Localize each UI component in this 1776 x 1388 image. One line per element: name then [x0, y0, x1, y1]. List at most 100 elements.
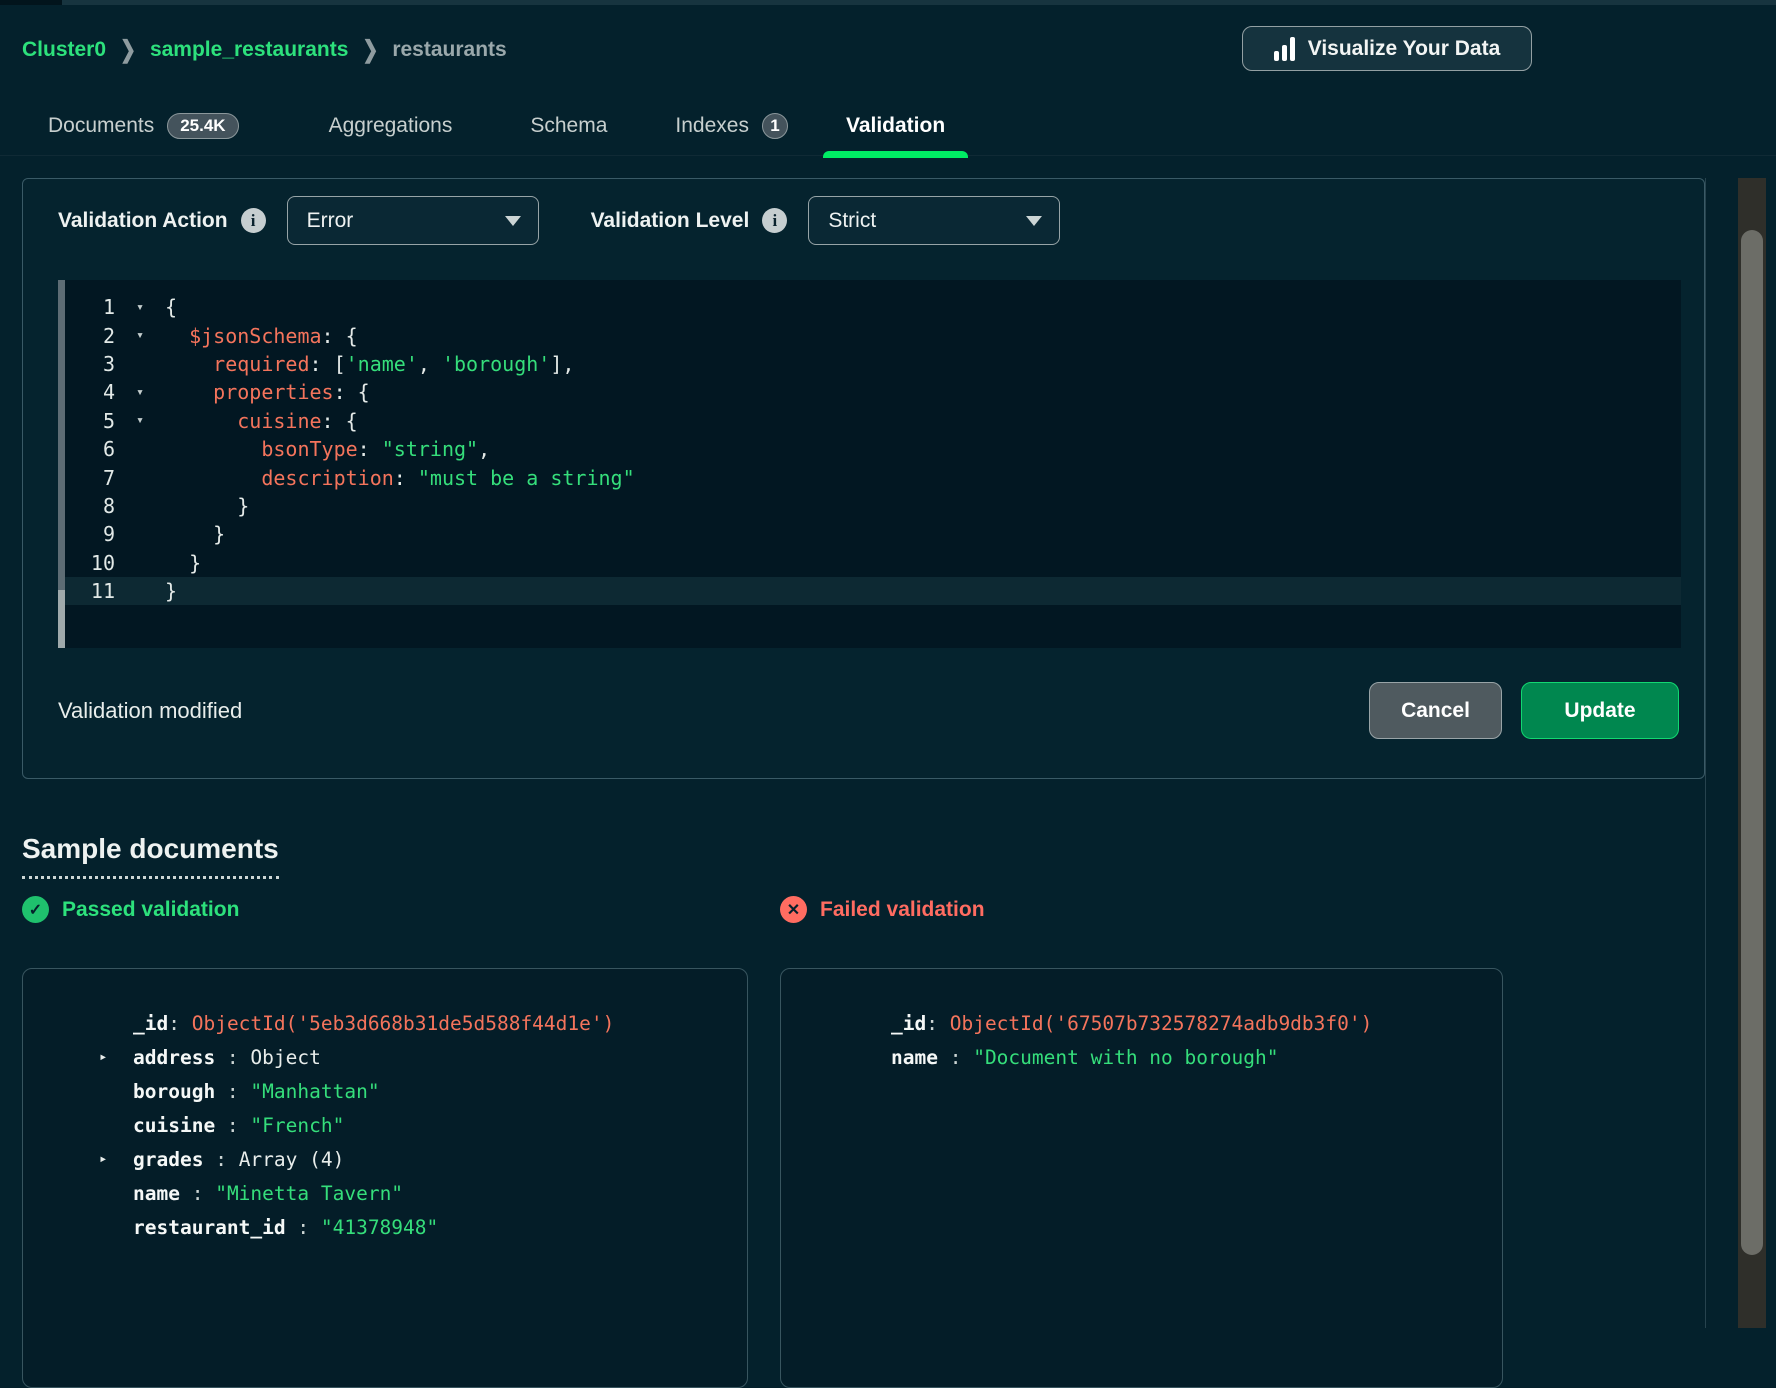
tab-indexes[interactable]: Indexes 1: [675, 96, 788, 156]
scrollbar-thumb[interactable]: [1741, 230, 1763, 1255]
field-key: name: [891, 1046, 938, 1069]
collection-tabs: Documents 25.4K Aggregations Schema Inde…: [48, 96, 945, 156]
line-code: }: [165, 551, 201, 575]
document-field-row: name : "Minetta Tavern": [99, 1176, 737, 1210]
validation-action-value: Error: [307, 209, 354, 233]
breadcrumb: Cluster0 ❯ sample_restaurants ❯ restaura…: [22, 30, 507, 70]
editor-line: 6 bsonType: "string",: [58, 435, 1681, 463]
cancel-button[interactable]: Cancel: [1369, 682, 1502, 739]
field-separator: :: [215, 1114, 250, 1137]
field-separator: :: [180, 1182, 215, 1205]
tab-validation[interactable]: Validation: [846, 96, 945, 156]
document-field-row: borough : "Manhattan": [99, 1074, 737, 1108]
schema-editor[interactable]: 1▾{2▾ $jsonSchema: {3 required: ['name',…: [58, 280, 1681, 648]
editor-line: 3 required: ['name', 'borough'],: [58, 350, 1681, 378]
validation-footer: Validation modified Cancel Update: [58, 682, 1679, 739]
field-value: ObjectId('5eb3d668b31de5d588f44d1e'): [192, 1012, 615, 1035]
field-value: Object: [250, 1046, 320, 1069]
fold-toggle-icon[interactable]: ▾: [115, 385, 165, 400]
update-button[interactable]: Update: [1521, 682, 1679, 739]
field-key: _id: [891, 1012, 926, 1035]
document-field-row: _id: ObjectId('67507b732578274adb9db3f0'…: [857, 1006, 1492, 1040]
passed-document-card: _id: ObjectId('5eb3d668b31de5d588f44d1e'…: [22, 968, 748, 1388]
editor-line: 10 }: [58, 549, 1681, 577]
field-value: "French": [250, 1114, 344, 1137]
validation-level-select[interactable]: Strict: [808, 196, 1060, 245]
line-number: 3: [58, 352, 115, 376]
editor-gutter-bar: [58, 280, 65, 648]
editor-gutter-highlight: [58, 590, 65, 648]
field-key: address: [133, 1046, 215, 1069]
field-value: Array (4): [239, 1148, 345, 1171]
editor-line: 5▾ cuisine: {: [58, 407, 1681, 435]
field-separator: :: [938, 1046, 973, 1069]
line-code: {: [165, 295, 177, 319]
info-icon[interactable]: i: [762, 208, 787, 233]
line-number: 5: [58, 409, 115, 433]
editor-line: 2▾ $jsonSchema: {: [58, 321, 1681, 349]
field-key: cuisine: [133, 1114, 215, 1137]
sample-documents-title: Sample documents: [22, 833, 279, 879]
window-top-strip-left: [0, 0, 62, 5]
field-key: grades: [133, 1148, 203, 1171]
failed-validation-label: ✕ Failed validation: [780, 896, 1503, 923]
field-separator: :: [926, 1012, 949, 1035]
failed-doc-body: _id: ObjectId('67507b732578274adb9db3f0'…: [857, 1006, 1492, 1074]
editor-line: 7 description: "must be a string": [58, 463, 1681, 491]
validation-level-label: Validation Level: [591, 209, 750, 233]
fold-toggle-icon[interactable]: ▾: [115, 413, 165, 428]
passed-doc-body: _id: ObjectId('5eb3d668b31de5d588f44d1e'…: [99, 1006, 737, 1244]
indexes-count-badge: 1: [762, 113, 788, 139]
validation-controls: Validation Action i Error Validation Lev…: [58, 196, 1704, 245]
fold-toggle-icon[interactable]: ▾: [115, 300, 165, 315]
expand-toggle-icon[interactable]: ▸: [99, 1151, 133, 1167]
document-field-row: ▸grades : Array (4): [99, 1142, 737, 1176]
field-value: "41378948": [321, 1216, 438, 1239]
breadcrumb-database[interactable]: sample_restaurants: [150, 38, 348, 62]
sample-documents-row: _id: ObjectId('5eb3d668b31de5d588f44d1e'…: [22, 968, 1503, 1388]
info-icon[interactable]: i: [241, 208, 266, 233]
tab-schema[interactable]: Schema: [530, 96, 607, 156]
field-value: "Manhattan": [250, 1080, 379, 1103]
fold-toggle-icon[interactable]: ▾: [115, 328, 165, 343]
document-field-row: ▸address : Object: [99, 1040, 737, 1074]
tab-aggregations[interactable]: Aggregations: [329, 96, 453, 156]
content-right-divider: [1705, 178, 1706, 1328]
editor-line: 8 }: [58, 492, 1681, 520]
vertical-scrollbar[interactable]: [1738, 178, 1766, 1328]
line-code: $jsonSchema: {: [165, 324, 358, 348]
field-separator: :: [168, 1012, 191, 1035]
line-code: bsonType: "string",: [165, 437, 490, 461]
document-field-row: name : "Document with no borough": [857, 1040, 1492, 1074]
validation-action-select[interactable]: Error: [287, 196, 539, 245]
field-value: "Document with no borough": [973, 1046, 1278, 1069]
caret-down-icon: [505, 216, 521, 226]
visualize-button-label: Visualize Your Data: [1308, 37, 1501, 61]
active-tab-indicator: [823, 151, 968, 158]
line-number: 10: [58, 551, 115, 575]
failed-document-card: _id: ObjectId('67507b732578274adb9db3f0'…: [780, 968, 1503, 1388]
tab-documents[interactable]: Documents 25.4K: [48, 96, 239, 156]
chevron-right-icon: ❯: [120, 36, 136, 65]
sample-status-row: ✓ Passed validation ✕ Failed validation: [22, 896, 1503, 923]
validation-level-value: Strict: [828, 209, 876, 233]
validation-panel: Validation Action i Error Validation Lev…: [22, 178, 1705, 779]
field-value: ObjectId('67507b732578274adb9db3f0'): [950, 1012, 1373, 1035]
line-code: }: [165, 494, 249, 518]
field-separator: :: [286, 1216, 321, 1239]
breadcrumb-cluster[interactable]: Cluster0: [22, 38, 106, 62]
document-field-row: restaurant_id : "41378948": [99, 1210, 737, 1244]
document-field-row: _id: ObjectId('5eb3d668b31de5d588f44d1e'…: [99, 1006, 737, 1040]
schema-editor-lines: 1▾{2▾ $jsonSchema: {3 required: ['name',…: [58, 280, 1681, 605]
editor-line: 1▾{: [58, 293, 1681, 321]
check-circle-icon: ✓: [22, 896, 49, 923]
document-field-row: cuisine : "French": [99, 1108, 737, 1142]
line-number: 9: [58, 522, 115, 546]
breadcrumb-collection: restaurants: [392, 38, 506, 62]
x-circle-icon: ✕: [780, 896, 807, 923]
line-number: 8: [58, 494, 115, 518]
visualize-your-data-button[interactable]: Visualize Your Data: [1242, 26, 1532, 71]
caret-down-icon: [1026, 216, 1042, 226]
field-key: _id: [133, 1012, 168, 1035]
expand-toggle-icon[interactable]: ▸: [99, 1049, 133, 1065]
